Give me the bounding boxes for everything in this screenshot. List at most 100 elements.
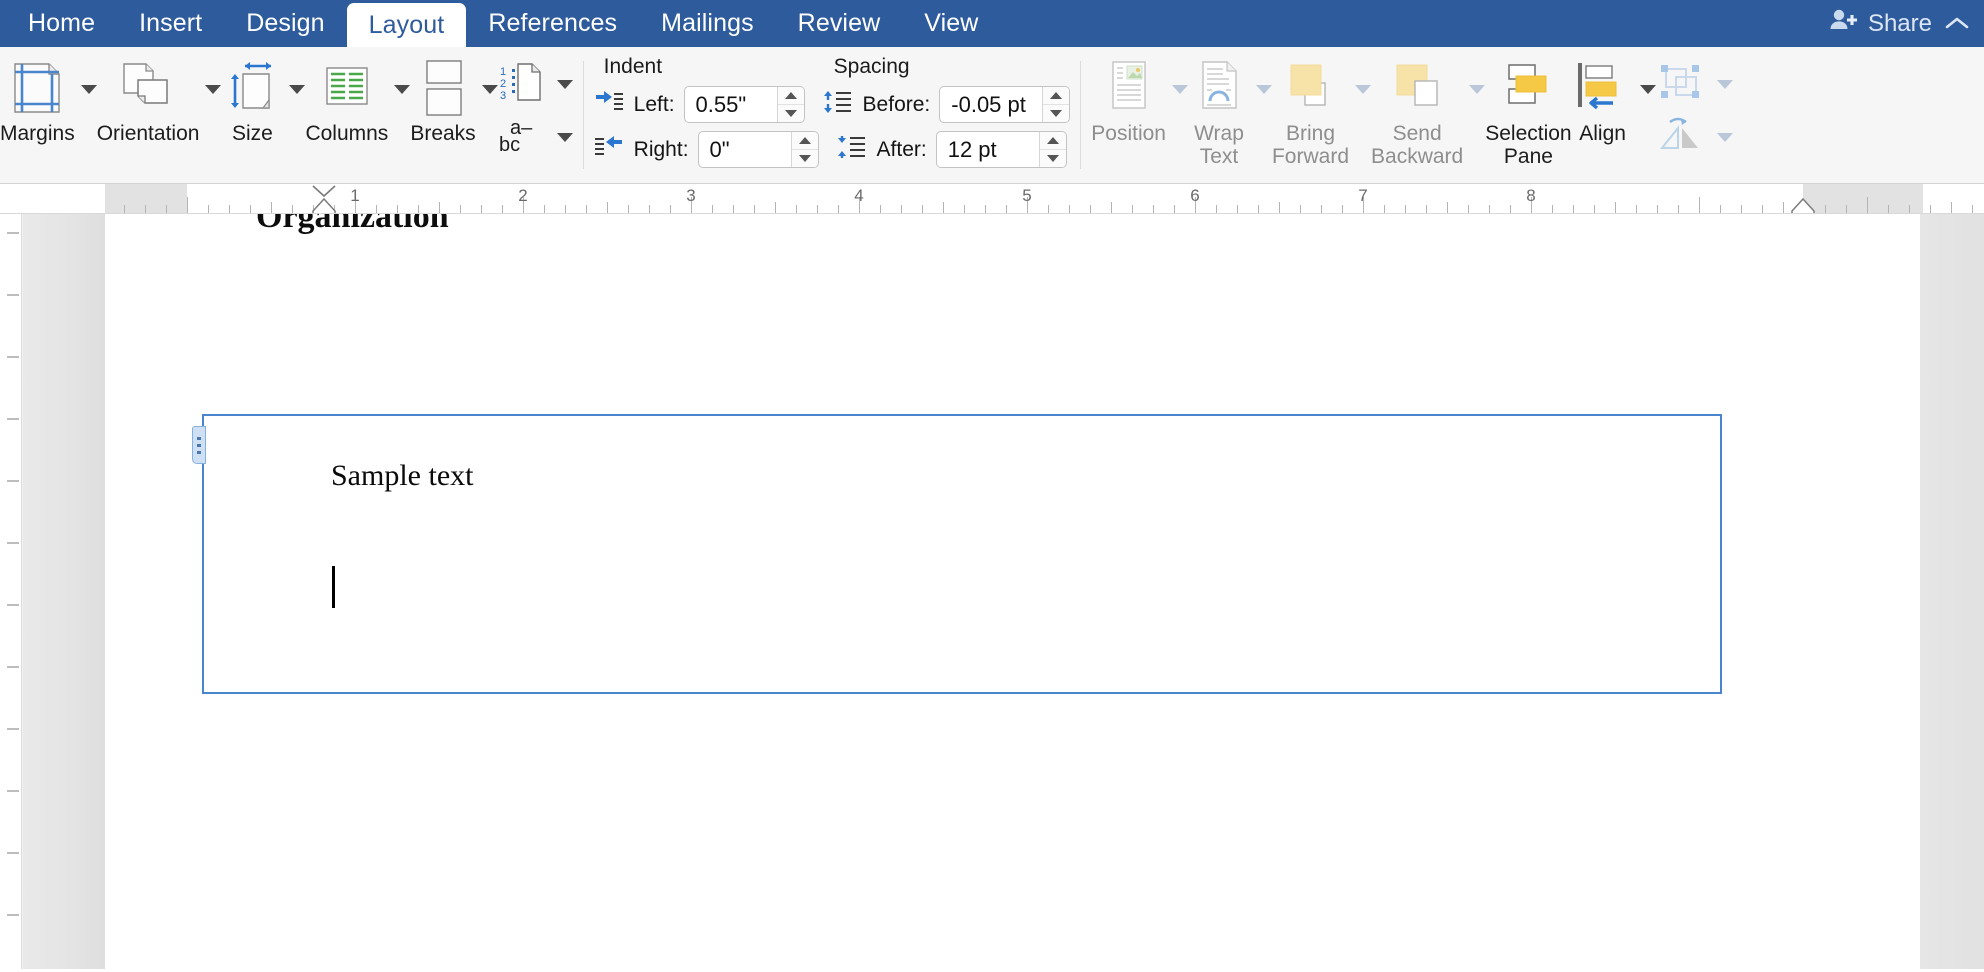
send-backward-dropdown-caret[interactable] bbox=[1469, 85, 1486, 94]
group-objects-dropdown-caret[interactable] bbox=[1716, 80, 1733, 89]
columns-dropdown-caret[interactable] bbox=[394, 85, 411, 94]
ruler-tick bbox=[229, 205, 230, 213]
vertical-ruler-tick bbox=[7, 666, 19, 668]
tab-layout[interactable]: Layout bbox=[346, 3, 467, 47]
text-box-content[interactable]: Sample text bbox=[331, 459, 473, 493]
size-button[interactable]: Size bbox=[221, 47, 283, 145]
left-indent-marker[interactable] bbox=[310, 197, 338, 213]
document-page[interactable]: Organization Sample text bbox=[105, 214, 1920, 969]
vertical-ruler[interactable] bbox=[0, 214, 22, 969]
hyphenation-dropdown-caret[interactable] bbox=[556, 133, 573, 142]
indent-right-value[interactable]: 0" bbox=[699, 132, 791, 167]
spacing-before-stepper[interactable]: -0.05 pt bbox=[939, 86, 1071, 123]
margins-button[interactable]: Margins bbox=[0, 47, 75, 145]
spacing-after-increment[interactable] bbox=[1039, 132, 1066, 150]
tab-home[interactable]: Home bbox=[6, 0, 117, 47]
ruler-tick bbox=[1174, 205, 1175, 213]
breaks-button[interactable]: Breaks bbox=[410, 47, 476, 145]
spacing-before-value[interactable]: -0.05 pt bbox=[940, 87, 1042, 122]
orientation-dropdown-caret[interactable] bbox=[205, 85, 222, 94]
ruler-tick bbox=[880, 205, 881, 213]
position-button[interactable]: Position bbox=[1091, 47, 1166, 145]
rotate-objects-button[interactable] bbox=[1656, 114, 1733, 161]
wrap-text-button[interactable]: Wrap Text bbox=[1188, 47, 1250, 168]
position-dropdown-caret[interactable] bbox=[1171, 85, 1188, 94]
ribbon: Margins Orientation Size Columns Breaks … bbox=[0, 47, 1984, 184]
indent-left-increment[interactable] bbox=[777, 87, 804, 105]
ruler-number: 6 bbox=[1190, 186, 1200, 205]
ruler-tick bbox=[607, 202, 608, 213]
ruler-tick bbox=[1216, 205, 1217, 213]
spacing-after-stepper[interactable]: 12 pt bbox=[935, 131, 1067, 168]
orientation-button[interactable]: Orientation bbox=[97, 47, 199, 145]
indent-right-decrement[interactable] bbox=[792, 150, 818, 167]
tab-references[interactable]: References bbox=[466, 0, 639, 47]
ruler-tick bbox=[1405, 205, 1406, 213]
ruler-tick bbox=[187, 197, 188, 213]
send-backward-button[interactable]: Send Backward bbox=[1371, 47, 1463, 168]
ruler-tick bbox=[649, 205, 650, 213]
wrap-text-label: Wrap Text bbox=[1194, 122, 1244, 168]
vertical-ruler-tick bbox=[7, 232, 19, 234]
text-box-drag-handle[interactable] bbox=[192, 426, 206, 464]
arrange-small-buttons bbox=[1656, 47, 1733, 161]
chevron-up-icon[interactable] bbox=[1944, 10, 1970, 38]
share-area: Share bbox=[1829, 0, 1970, 47]
spacing-before-increment[interactable] bbox=[1043, 87, 1070, 105]
columns-icon bbox=[319, 57, 375, 119]
indent-left-icon bbox=[594, 90, 624, 119]
share-button[interactable]: Share bbox=[1829, 7, 1932, 40]
indent-right-stepper[interactable]: 0" bbox=[697, 131, 819, 168]
indent-right-icon bbox=[594, 135, 624, 164]
columns-button[interactable]: Columns bbox=[305, 47, 388, 145]
ruler-tick bbox=[1741, 205, 1742, 213]
bring-forward-icon bbox=[1285, 57, 1337, 119]
ruler-tick bbox=[628, 205, 629, 213]
align-button[interactable]: Align bbox=[1572, 47, 1634, 145]
ruler-tick bbox=[817, 205, 818, 213]
document-canvas[interactable]: Organization Sample text bbox=[0, 214, 1984, 969]
hyphenation-button[interactable]: a– bc bbox=[498, 114, 573, 161]
line-numbers-dropdown-caret[interactable] bbox=[556, 80, 573, 89]
spacing-before-icon bbox=[821, 89, 853, 120]
ruler-tick bbox=[1300, 205, 1301, 213]
indent-right-increment[interactable] bbox=[791, 132, 818, 150]
bring-forward-dropdown-caret[interactable] bbox=[1355, 85, 1372, 94]
selection-pane-button[interactable]: Selection Pane bbox=[1485, 47, 1572, 168]
breaks-dropdown-caret[interactable] bbox=[481, 85, 498, 94]
ruler-tick bbox=[1951, 202, 1952, 213]
spacing-before-decrement[interactable] bbox=[1043, 105, 1069, 122]
tab-insert[interactable]: Insert bbox=[117, 0, 224, 47]
ruler-number: 2 bbox=[518, 186, 528, 205]
wrap-text-icon bbox=[1193, 57, 1245, 119]
indent-left-value[interactable]: 0.55" bbox=[685, 87, 777, 122]
tab-view[interactable]: View bbox=[902, 0, 1000, 47]
align-dropdown-caret[interactable] bbox=[1639, 85, 1656, 94]
indent-right-arrows bbox=[790, 132, 818, 167]
ruler-tick bbox=[1678, 205, 1679, 213]
columns-label: Columns bbox=[305, 122, 389, 145]
ruler-tick bbox=[481, 205, 482, 213]
indent-left-stepper[interactable]: 0.55" bbox=[683, 86, 805, 123]
ruler-tick bbox=[1279, 202, 1280, 213]
tab-mailings[interactable]: Mailings bbox=[639, 0, 776, 47]
ruler-number: 8 bbox=[1526, 186, 1536, 205]
rotate-objects-dropdown-caret[interactable] bbox=[1716, 133, 1733, 142]
tab-review[interactable]: Review bbox=[776, 0, 903, 47]
wrap-text-dropdown-caret[interactable] bbox=[1255, 85, 1272, 94]
vertical-ruler-tick bbox=[7, 604, 19, 606]
bring-forward-button[interactable]: Bring Forward bbox=[1272, 47, 1349, 168]
group-objects-button[interactable] bbox=[1656, 61, 1733, 108]
horizontal-ruler[interactable]: 1 2 3 4 5 6 7 8 bbox=[0, 184, 1984, 214]
margins-dropdown-caret[interactable] bbox=[80, 85, 97, 94]
breaks-label: Breaks bbox=[410, 122, 476, 145]
line-numbers-button[interactable]: 1 2 3 bbox=[498, 61, 573, 108]
hyphenation-icon: a– bc bbox=[498, 114, 544, 161]
right-indent-marker[interactable] bbox=[1789, 197, 1817, 213]
tab-design[interactable]: Design bbox=[224, 0, 346, 47]
size-dropdown-caret[interactable] bbox=[289, 85, 306, 94]
text-box[interactable]: Sample text bbox=[192, 414, 1722, 694]
spacing-after-decrement[interactable] bbox=[1040, 150, 1066, 167]
indent-left-decrement[interactable] bbox=[778, 105, 804, 122]
spacing-after-value[interactable]: 12 pt bbox=[937, 132, 1039, 167]
